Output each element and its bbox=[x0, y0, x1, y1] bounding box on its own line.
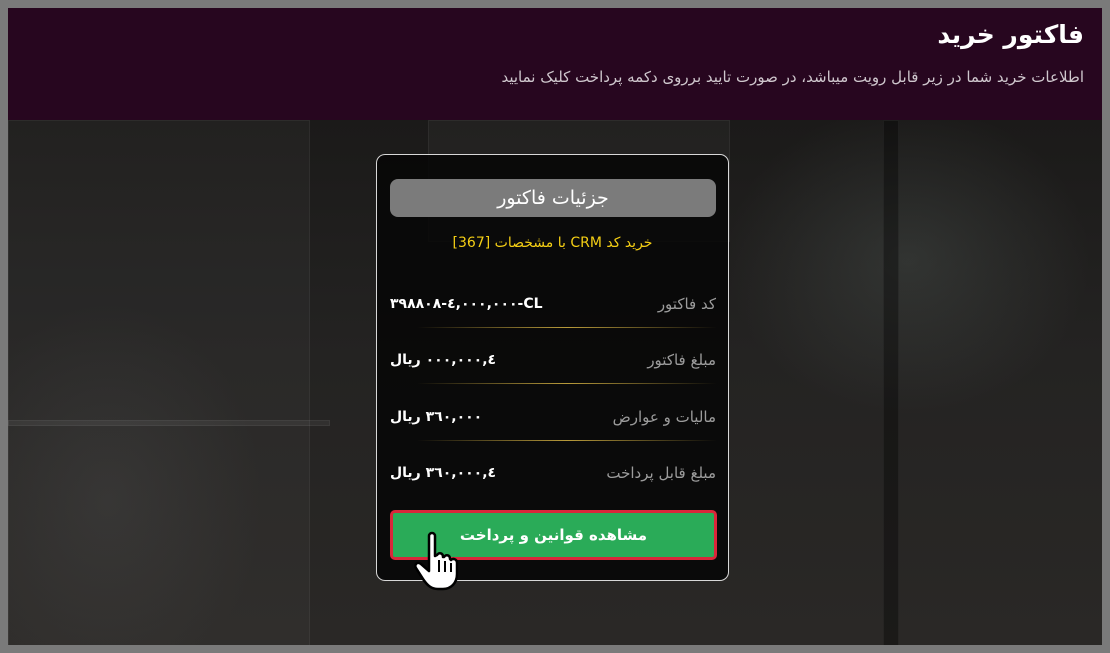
row-divider bbox=[417, 440, 717, 441]
page-header: فاکتور خرید اطلاعات خرید شما در زیر قابل… bbox=[8, 8, 1102, 120]
invoice-row-tax: مالیات و عوارض ۳٦۰,۰۰۰ ریال bbox=[390, 404, 716, 434]
invoice-code-label: کد فاکتور bbox=[657, 295, 716, 313]
invoice-total-label: مبلغ قابل پرداخت bbox=[606, 464, 716, 482]
invoice-tax-label: مالیات و عوارض bbox=[612, 408, 716, 426]
invoice-tax-value: ۳٦۰,۰۰۰ ریال bbox=[390, 409, 483, 425]
page-subtitle: اطلاعات خرید شما در زیر قابل رویت میباشد… bbox=[501, 68, 1084, 86]
invoice-row-total: مبلغ قابل پرداخت ٤,۳٦۰,۰۰۰ ریال bbox=[390, 460, 716, 490]
invoice-row-code: کد فاکتور ۳۹۸۸۰۸-٤,۰۰۰,۰۰۰-CL bbox=[390, 291, 716, 321]
page-frame: فاکتور خرید اطلاعات خرید شما در زیر قابل… bbox=[8, 8, 1102, 645]
invoice-row-amount: مبلغ فاکتور ٤,۰۰۰,۰۰۰ ریال bbox=[390, 347, 716, 377]
row-divider bbox=[417, 383, 717, 384]
row-divider bbox=[417, 327, 717, 328]
invoice-subtitle: خرید کد CRM با مشخصات [367] bbox=[452, 235, 653, 251]
page-title: فاکتور خرید bbox=[937, 20, 1084, 49]
invoice-card: جزئیات فاکتور خرید کد CRM با مشخصات [367… bbox=[376, 154, 729, 581]
invoice-title: جزئیات فاکتور bbox=[390, 179, 716, 217]
invoice-amount-label: مبلغ فاکتور bbox=[647, 351, 716, 369]
invoice-code-value: ۳۹۸۸۰۸-٤,۰۰۰,۰۰۰-CL bbox=[390, 296, 543, 312]
invoice-total-value: ٤,۳٦۰,۰۰۰ ریال bbox=[390, 465, 497, 481]
invoice-amount-value: ٤,۰۰۰,۰۰۰ ریال bbox=[390, 352, 497, 368]
hand-pointer-icon bbox=[414, 531, 459, 591]
